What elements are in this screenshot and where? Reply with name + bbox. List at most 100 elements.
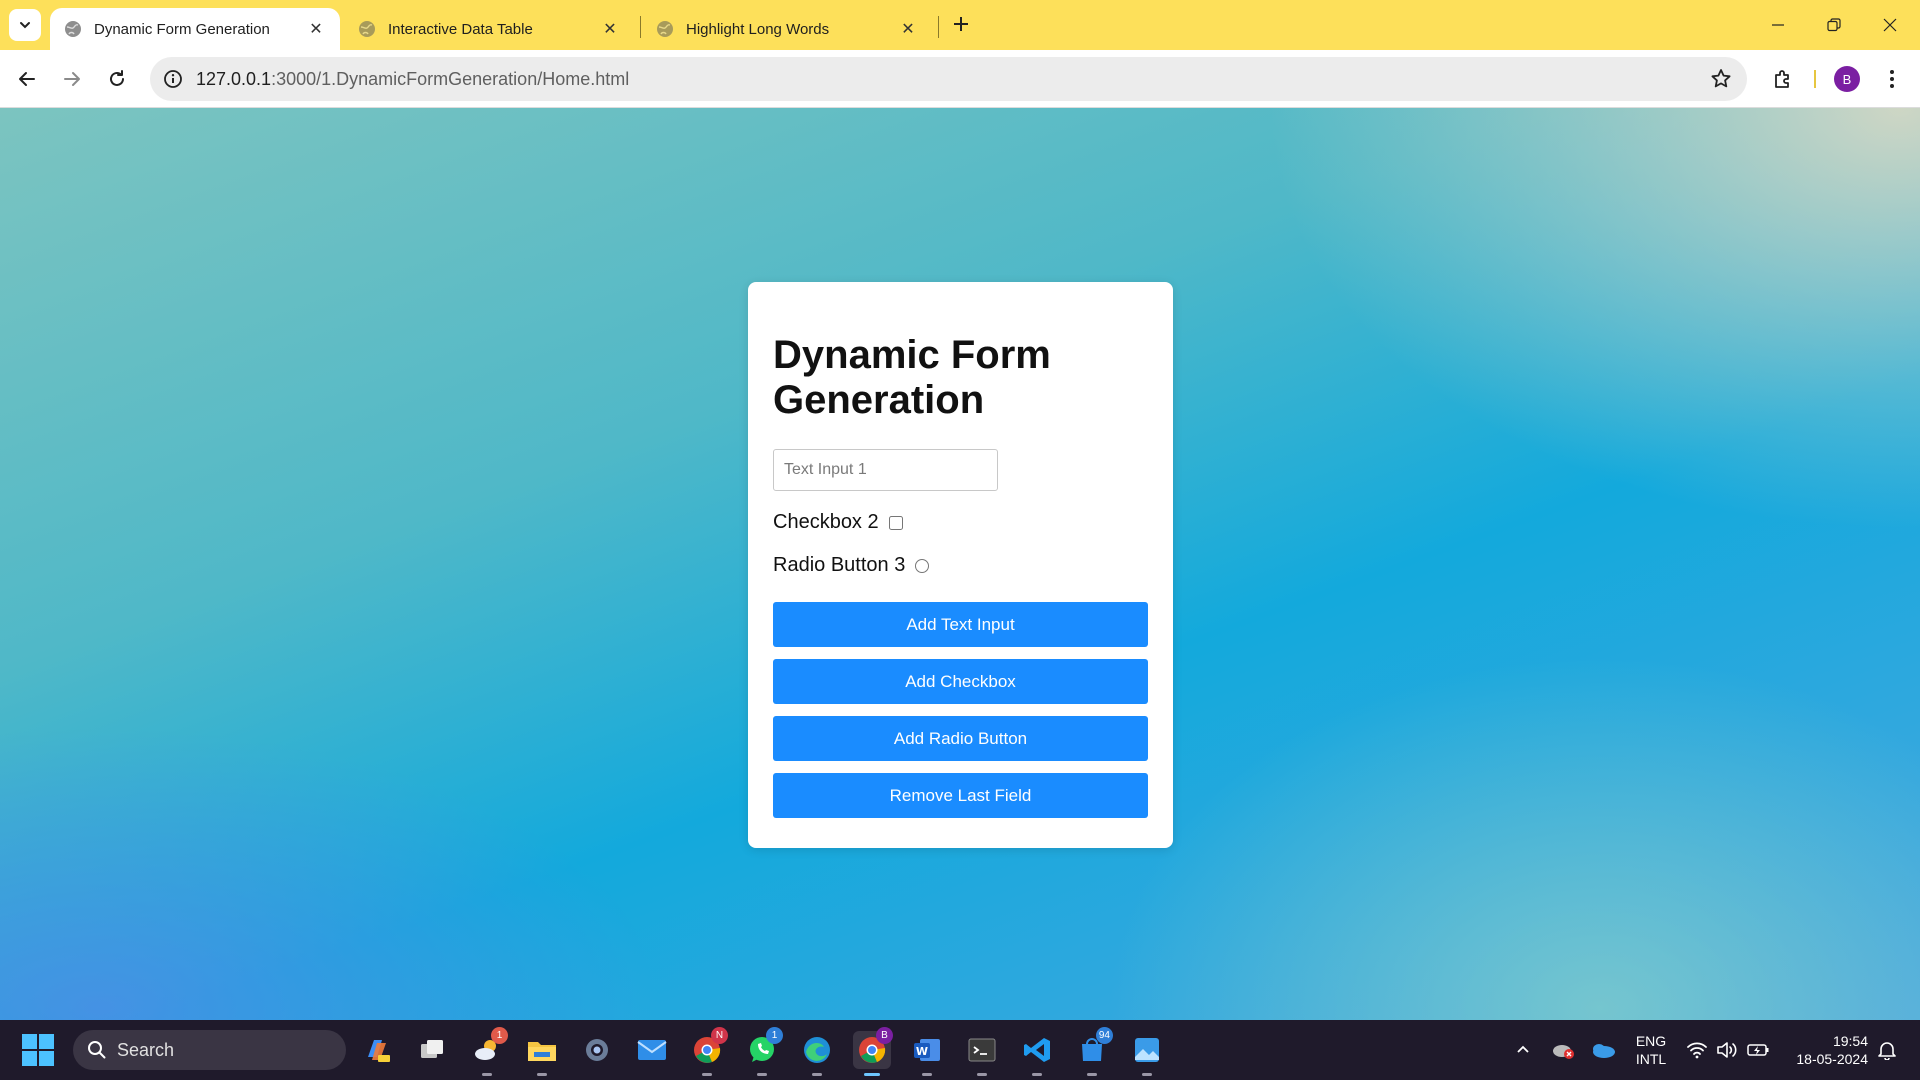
- chrome-icon[interactable]: N: [688, 1027, 728, 1076]
- running-indicator: [1087, 1073, 1097, 1076]
- new-tab-button[interactable]: [948, 11, 974, 37]
- arrow-right-icon: [64, 72, 80, 86]
- reload-icon: [110, 70, 124, 86]
- running-indicator: [1032, 1073, 1042, 1076]
- close-icon: [1883, 18, 1897, 32]
- chevron-down-icon: [20, 22, 30, 29]
- add-text-input-button[interactable]: Add Text Input: [773, 602, 1148, 647]
- radio-field: Radio Button 3: [773, 554, 1148, 577]
- chrome-profile-badge: N: [711, 1027, 728, 1044]
- page-viewport: Dynamic Form Generation Checkbox 2 Radio…: [0, 108, 1920, 1020]
- battery-icon[interactable]: [1744, 1020, 1772, 1080]
- radio-label: Radio Button 3: [773, 554, 906, 576]
- form-card: Dynamic Form Generation Checkbox 2 Radio…: [748, 282, 1173, 848]
- tab-highlight-long-words[interactable]: Highlight Long Words ✕: [642, 8, 932, 50]
- show-hidden-icons-button[interactable]: [1510, 1020, 1536, 1080]
- globe-icon: [657, 21, 673, 37]
- search-label: Search: [117, 1039, 175, 1060]
- remove-last-field-button[interactable]: Remove Last Field: [773, 773, 1148, 818]
- close-icon[interactable]: ✕: [898, 19, 918, 39]
- toolbar-divider: [1814, 70, 1816, 88]
- running-indicator: [757, 1073, 767, 1076]
- photos-icon[interactable]: [1128, 1031, 1166, 1076]
- radio-button-3[interactable]: [915, 558, 930, 573]
- mail-icon[interactable]: [633, 1031, 671, 1069]
- running-indicator: [977, 1073, 987, 1076]
- url-host: 127.0.0.1: [196, 68, 272, 89]
- globe-icon: [359, 21, 375, 37]
- close-window-button[interactable]: [1862, 0, 1918, 50]
- notifications-button[interactable]: [1872, 1020, 1902, 1080]
- clock-date: 18-05-2024: [1796, 1051, 1868, 1067]
- close-icon[interactable]: ✕: [600, 19, 620, 39]
- chevron-up-icon: [1517, 1045, 1529, 1053]
- clock[interactable]: 19:54 18-05-2024: [1778, 1020, 1868, 1080]
- edge-icon[interactable]: [798, 1031, 836, 1076]
- tab-title: Interactive Data Table: [388, 20, 533, 38]
- onedrive-icon[interactable]: [1588, 1020, 1618, 1080]
- bell-icon: [1878, 1042, 1896, 1060]
- minimize-button[interactable]: [1750, 0, 1806, 50]
- weather-icon[interactable]: 1: [468, 1027, 508, 1076]
- back-button[interactable]: [11, 63, 43, 95]
- tab-separator: [640, 16, 641, 38]
- taskbar: Search 1 N 1 B W 94 ENG INTL 19:54 18-05…: [0, 1020, 1920, 1080]
- tab-interactive-data-table[interactable]: Interactive Data Table ✕: [344, 8, 634, 50]
- add-radio-button-button[interactable]: Add Radio Button: [773, 716, 1148, 761]
- chrome-active-badge: B: [876, 1027, 893, 1044]
- restore-icon: [1827, 18, 1841, 32]
- vscode-icon[interactable]: [1018, 1031, 1056, 1076]
- tab-search-button[interactable]: [9, 9, 41, 41]
- copilot-icon[interactable]: [358, 1031, 396, 1069]
- terminal-icon[interactable]: [963, 1031, 1001, 1076]
- whatsapp-icon[interactable]: 1: [743, 1027, 783, 1076]
- star-icon[interactable]: [1709, 67, 1733, 91]
- store-icon[interactable]: 94: [1073, 1027, 1113, 1076]
- word-icon[interactable]: W: [908, 1031, 946, 1076]
- search-icon: [88, 1041, 106, 1059]
- forward-button[interactable]: [56, 63, 88, 95]
- whatsapp-badge: 1: [766, 1027, 783, 1044]
- site-info-icon[interactable]: [162, 68, 184, 90]
- extensions-button[interactable]: [1767, 63, 1799, 95]
- volume-icon[interactable]: [1714, 1020, 1740, 1080]
- running-indicator: [537, 1073, 547, 1076]
- wifi-icon[interactable]: [1684, 1020, 1710, 1080]
- tab-title: Highlight Long Words: [686, 20, 830, 38]
- browser-toolbar: 127.0.0.1:3000/1.DynamicFormGeneration/H…: [0, 50, 1920, 108]
- running-indicator: [1142, 1073, 1152, 1076]
- tab-strip: Dynamic Form Generation ✕ Interactive Da…: [0, 0, 1920, 50]
- language-line-2: INTL: [1635, 1051, 1667, 1067]
- page-title: Dynamic Form Generation: [773, 333, 1051, 422]
- settings-icon[interactable]: [578, 1031, 616, 1069]
- text-input-1[interactable]: [773, 449, 998, 491]
- add-checkbox-button[interactable]: Add Checkbox: [773, 659, 1148, 704]
- address-bar[interactable]: 127.0.0.1:3000/1.DynamicFormGeneration/H…: [150, 57, 1747, 101]
- svg-text:W: W: [916, 1045, 928, 1058]
- checkbox-label: Checkbox 2: [773, 511, 879, 533]
- chrome-active-icon[interactable]: B: [853, 1027, 893, 1076]
- file-explorer-icon[interactable]: [523, 1031, 561, 1076]
- url-text[interactable]: 127.0.0.1:3000/1.DynamicFormGeneration/H…: [196, 69, 629, 90]
- windows-start-icon[interactable]: [22, 1034, 54, 1066]
- close-icon[interactable]: ✕: [306, 19, 326, 39]
- globe-icon: [65, 21, 81, 37]
- plus-icon: [954, 17, 968, 31]
- language-indicator[interactable]: ENG INTL: [1628, 1020, 1674, 1080]
- checkbox-2[interactable]: [888, 515, 903, 530]
- running-indicator: [702, 1073, 712, 1076]
- minimize-icon: [1772, 24, 1784, 26]
- profile-avatar[interactable]: B: [1834, 66, 1860, 92]
- arrow-left-icon: [19, 72, 35, 86]
- running-indicator: [482, 1073, 492, 1076]
- browser-menu-button[interactable]: [1878, 63, 1906, 95]
- restore-button[interactable]: [1806, 0, 1862, 50]
- taskbar-search[interactable]: Search: [73, 1030, 346, 1070]
- url-path: :3000/1.DynamicFormGeneration/Home.html: [271, 68, 630, 89]
- tab-dynamic-form-generation[interactable]: Dynamic Form Generation ✕: [50, 8, 340, 50]
- tab-title: Dynamic Form Generation: [94, 20, 270, 38]
- store-badge: 94: [1095, 1027, 1113, 1044]
- cloud-error-icon[interactable]: [1548, 1020, 1578, 1080]
- reload-button[interactable]: [101, 63, 133, 95]
- task-view-icon[interactable]: [413, 1031, 451, 1069]
